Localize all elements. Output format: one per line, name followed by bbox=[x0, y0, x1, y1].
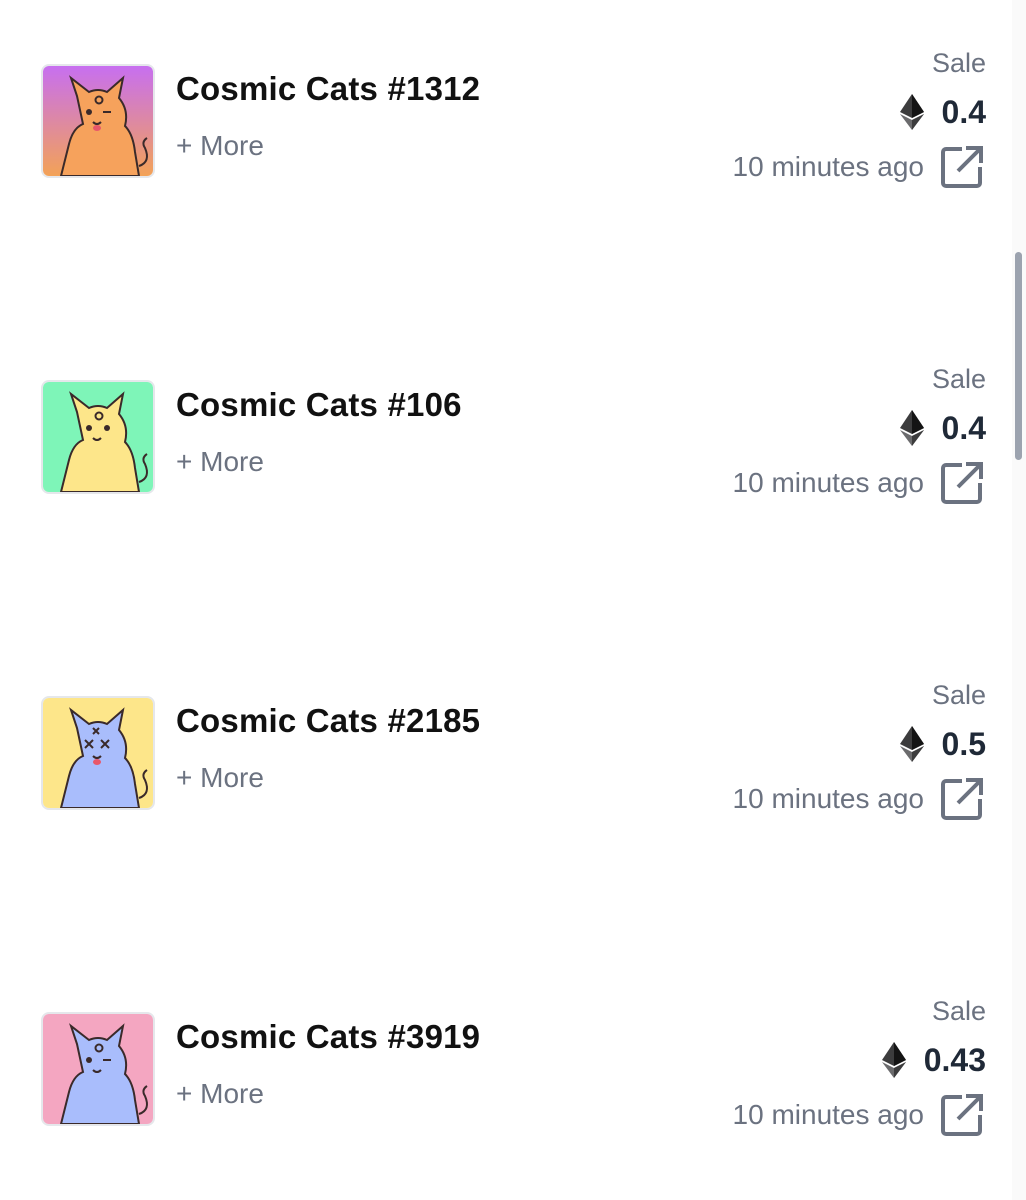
price-value: 0.5 bbox=[941, 725, 986, 762]
ether-icon bbox=[899, 94, 924, 130]
more-traits-link[interactable]: + More bbox=[176, 762, 264, 794]
scrollbar[interactable] bbox=[1012, 0, 1026, 1200]
nft-name[interactable]: Cosmic Cats #2185 bbox=[176, 702, 480, 740]
nft-thumbnail[interactable] bbox=[41, 1012, 155, 1126]
timestamp: 10 minutes ago bbox=[732, 1099, 924, 1130]
event-type-label: Sale bbox=[931, 48, 986, 78]
price: 0.43 bbox=[881, 1040, 986, 1080]
more-traits-link[interactable]: + More bbox=[176, 446, 264, 478]
cat-avatar-image bbox=[43, 698, 153, 808]
price: 0.4 bbox=[899, 408, 986, 448]
cat-avatar-image bbox=[43, 1014, 153, 1124]
time-row: 10 minutes ago bbox=[733, 458, 986, 508]
timestamp: 10 minutes ago bbox=[732, 783, 924, 814]
time-row: 10 minutes ago bbox=[733, 142, 986, 192]
external-link-icon[interactable] bbox=[938, 143, 986, 191]
nft-thumbnail[interactable] bbox=[41, 64, 155, 178]
cat-avatar-image bbox=[43, 382, 153, 492]
price-value: 0.43 bbox=[923, 1041, 986, 1078]
activity-row[interactable]: Cosmic Cats #2185 + More Sale 0.5 10 min… bbox=[0, 680, 1000, 836]
nft-name[interactable]: Cosmic Cats #1312 bbox=[176, 70, 480, 108]
price: 0.5 bbox=[899, 724, 986, 764]
external-link-icon[interactable] bbox=[938, 1091, 986, 1139]
nft-thumbnail[interactable] bbox=[41, 696, 155, 810]
activity-feed: Cosmic Cats #1312 + More Sale 0.4 10 min… bbox=[0, 0, 1026, 1200]
external-link-icon[interactable] bbox=[938, 775, 986, 823]
event-type-label: Sale bbox=[931, 996, 986, 1026]
cat-avatar-image bbox=[43, 66, 153, 176]
activity-row[interactable]: Cosmic Cats #3919 + More Sale 0.43 10 mi… bbox=[0, 996, 1000, 1152]
activity-row[interactable]: Cosmic Cats #1312 + More Sale 0.4 10 min… bbox=[0, 48, 1000, 204]
price: 0.4 bbox=[899, 92, 986, 132]
more-traits-link[interactable]: + More bbox=[176, 130, 264, 162]
price-value: 0.4 bbox=[941, 409, 986, 446]
nft-thumbnail[interactable] bbox=[41, 380, 155, 494]
scrollbar-thumb[interactable] bbox=[1015, 252, 1022, 460]
time-row: 10 minutes ago bbox=[733, 1090, 986, 1140]
ether-icon bbox=[899, 726, 924, 762]
nft-name[interactable]: Cosmic Cats #3919 bbox=[176, 1018, 480, 1056]
ether-icon bbox=[881, 1042, 906, 1078]
timestamp: 10 minutes ago bbox=[732, 467, 924, 498]
more-traits-link[interactable]: + More bbox=[176, 1078, 264, 1110]
event-type-label: Sale bbox=[931, 680, 986, 710]
nft-name[interactable]: Cosmic Cats #106 bbox=[176, 386, 462, 424]
external-link-icon[interactable] bbox=[938, 459, 986, 507]
activity-row[interactable]: Cosmic Cats #106 + More Sale 0.4 10 minu… bbox=[0, 364, 1000, 520]
timestamp: 10 minutes ago bbox=[732, 151, 924, 182]
time-row: 10 minutes ago bbox=[733, 774, 986, 824]
event-type-label: Sale bbox=[931, 364, 986, 394]
price-value: 0.4 bbox=[941, 93, 986, 130]
ether-icon bbox=[899, 410, 924, 446]
